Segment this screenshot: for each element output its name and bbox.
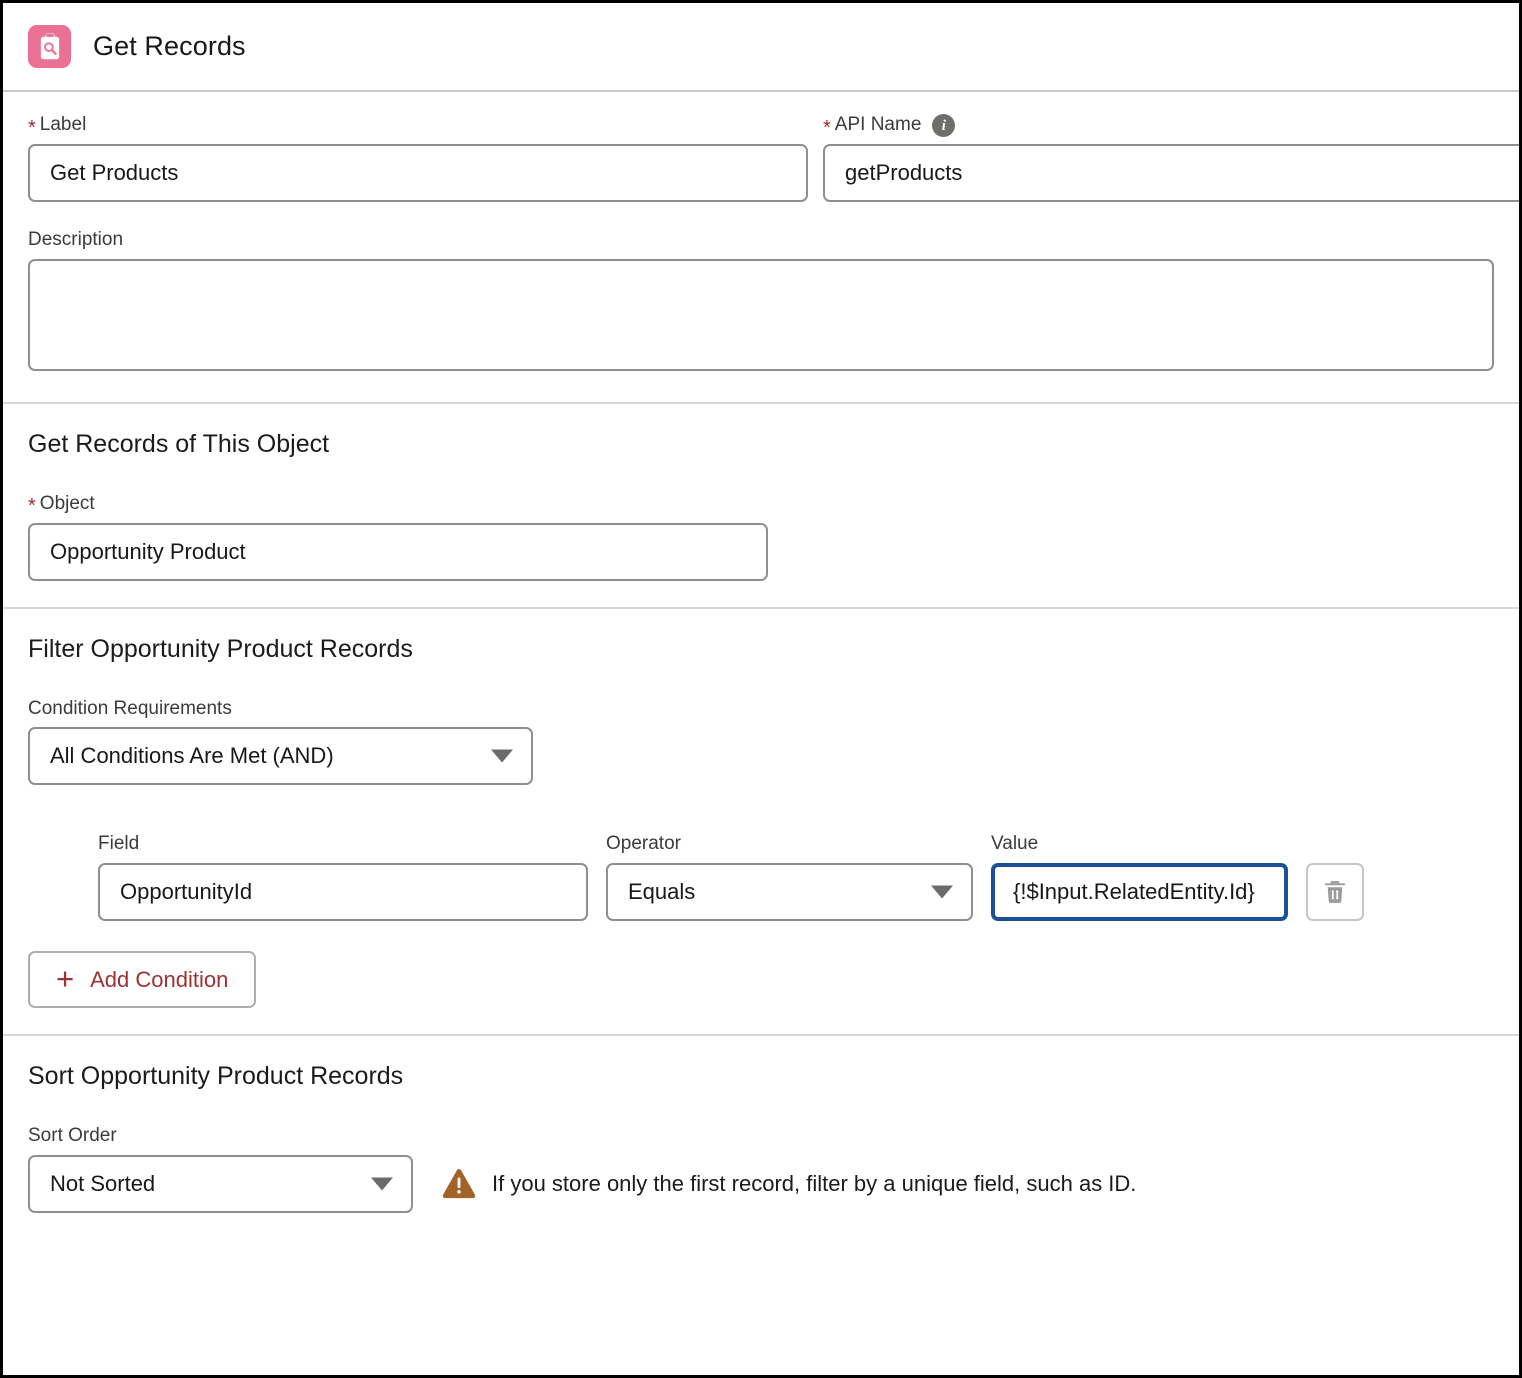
add-condition-button[interactable]: + Add Condition [28,951,257,1009]
label-field-group: * Label Get Products [28,114,808,202]
label-input[interactable]: Get Products [28,144,808,202]
condition-operator-column-label-text: Operator [606,833,681,855]
condition-operator-value: Equals [628,879,696,905]
condition-field-value: OpportunityId [120,879,253,905]
condition-field-input[interactable]: OpportunityId [98,863,588,922]
add-condition-label: Add Condition [90,966,229,992]
object-field-label: * Object [28,493,1494,516]
description-field-label-text: Description [28,229,124,250]
api-name-input[interactable]: getProducts [823,144,1519,202]
object-section: Get Records of This Object * Object Oppo… [3,404,1519,609]
sort-order-label: Sort Order [28,1125,1494,1148]
object-input[interactable]: Opportunity Product [28,522,768,581]
condition-operator-column-label: Operator [606,833,973,856]
condition-requirements-label: Condition Requirements [28,698,1494,721]
condition-value-column-label-text: Value [991,833,1039,855]
condition-value-value: {!$Input.RelatedEntity.Id} [1013,879,1255,905]
label-field-label: * Label [28,114,808,137]
trash-icon [1324,881,1346,904]
get-records-panel: Get Records * Label Get Products * API N… [0,0,1522,1378]
condition-row: Field OpportunityId Operator Equals Valu… [28,833,1494,922]
chevron-down-icon [491,749,513,763]
warning-triangle-icon [442,1169,476,1199]
filter-section-title: Filter Opportunity Product Records [28,634,413,663]
get-records-clipboard-search-icon [28,25,71,68]
page-title: Get Records [93,31,246,61]
sort-order-value: Not Sorted [50,1170,156,1196]
sort-order-row: Not Sorted If you store only the first r… [28,1154,1494,1213]
condition-delete-group [1306,863,1366,922]
plus-icon: + [56,961,75,997]
condition-requirements-value: All Conditions Are Met (AND) [50,743,334,769]
object-field-label-text: Object [39,492,95,514]
object-section-title: Get Records of This Object [28,429,330,458]
sort-order-label-text: Sort Order [28,1125,117,1147]
delete-condition-button[interactable] [1306,863,1364,922]
condition-field-group: Field OpportunityId [98,833,588,922]
filter-section: Filter Opportunity Product Records Condi… [3,609,1519,1037]
condition-operator-group: Operator Equals [606,833,973,922]
sort-order-select[interactable]: Not Sorted [28,1154,413,1213]
api-name-field-label: * API Name i [823,114,1519,139]
name-section: * Label Get Products * API Name i getPro… [3,92,1519,404]
sort-section: Sort Opportunity Product Records Sort Or… [3,1036,1519,1239]
condition-requirements-group: Condition Requirements All Conditions Ar… [28,698,1494,786]
condition-value-column-label: Value [991,833,1288,856]
chevron-down-icon [371,1177,393,1191]
api-name-field-group: * API Name i getProducts [823,114,1519,202]
api-name-input-value: getProducts [845,160,963,185]
info-icon[interactable]: i [932,114,956,137]
label-input-value: Get Products [50,160,179,185]
required-asterisk: * [28,495,36,518]
label-api-row: * Label Get Products * API Name i getPro… [28,114,1519,202]
sort-section-title: Sort Opportunity Product Records [28,1062,404,1091]
required-asterisk: * [28,116,36,139]
condition-value-input[interactable]: {!$Input.RelatedEntity.Id} [991,863,1288,922]
description-textarea[interactable] [28,258,1494,371]
panel-header: Get Records [3,3,1519,92]
object-field-group: * Object Opportunity Product [28,493,1494,581]
description-field-group: Description [28,229,1494,376]
condition-requirements-select[interactable]: All Conditions Are Met (AND) [28,727,533,786]
chevron-down-icon [931,885,953,899]
sort-warning-text: If you store only the first record, filt… [492,1170,1137,1196]
object-input-value: Opportunity Product [50,538,246,564]
condition-field-column-label: Field [98,833,588,856]
condition-operator-select[interactable]: Equals [606,863,973,922]
required-asterisk: * [823,116,831,139]
condition-value-group: Value {!$Input.RelatedEntity.Id} [991,833,1288,922]
sort-warning: If you store only the first record, filt… [441,1167,1136,1200]
api-name-field-label-text: API Name [834,114,922,136]
condition-requirements-label-text: Condition Requirements [28,697,232,719]
condition-field-column-label-text: Field [98,833,140,855]
description-field-label: Description [28,229,1494,252]
label-field-label-text: Label [39,114,87,136]
